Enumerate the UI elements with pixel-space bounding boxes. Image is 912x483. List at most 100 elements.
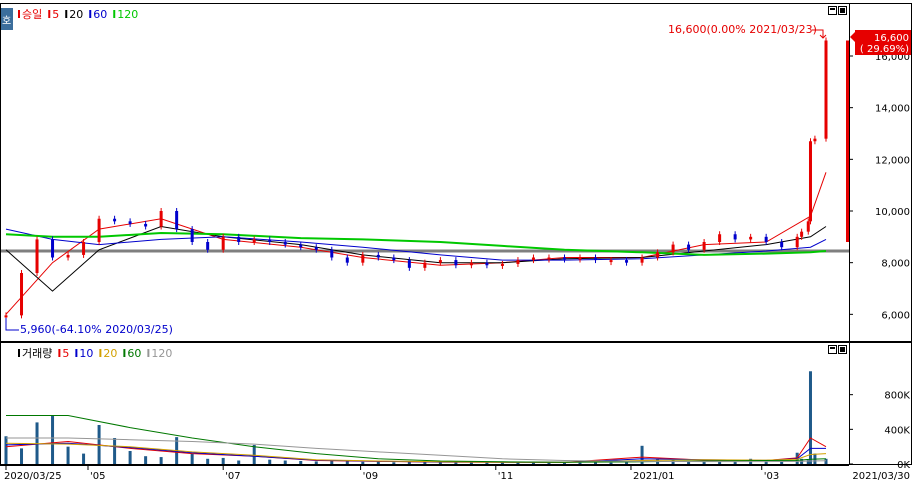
candle xyxy=(175,211,179,230)
legend-label: 거래량 xyxy=(22,347,52,360)
candle xyxy=(51,239,55,258)
candle xyxy=(237,236,241,242)
candle xyxy=(97,218,101,242)
legend-label: 승일 xyxy=(22,7,42,21)
volume-bar xyxy=(578,462,582,464)
candle xyxy=(656,252,660,258)
x-tick-label: '05 xyxy=(90,471,105,482)
candle xyxy=(159,211,163,227)
candle xyxy=(687,244,691,250)
volume-y-tick-label: 0K xyxy=(897,460,910,471)
candle xyxy=(190,229,194,242)
candle xyxy=(66,254,70,258)
legend-swatch xyxy=(113,10,116,18)
candle xyxy=(407,260,411,268)
candle xyxy=(547,257,551,260)
candle xyxy=(361,254,365,263)
price-y-tick-label: 14,000 xyxy=(875,104,910,115)
volume-bar xyxy=(221,457,225,464)
volume-bar xyxy=(144,456,148,464)
legend-label: 20 xyxy=(103,347,117,360)
legend-swatch xyxy=(89,10,92,18)
legend-swatch xyxy=(18,349,20,357)
volume-panel-frame xyxy=(0,342,912,465)
candle xyxy=(454,260,458,266)
candle xyxy=(531,257,535,261)
candle xyxy=(824,40,828,139)
volume-minimize-button[interactable] xyxy=(828,345,837,354)
x-tick-label: '07 xyxy=(225,471,240,482)
volume-y-tick-label: 800K xyxy=(884,391,910,402)
candle xyxy=(806,221,810,232)
price-legend: 승일 5 20 60 120 xyxy=(18,7,138,21)
candle xyxy=(749,236,753,240)
candle xyxy=(469,262,473,266)
x-tick-label: '03 xyxy=(764,471,779,482)
legend-swatch xyxy=(75,349,78,357)
legend-swatch xyxy=(18,10,20,18)
volume-bar xyxy=(314,461,318,464)
volume-close-button[interactable] xyxy=(838,345,847,354)
candle xyxy=(392,257,396,261)
candle xyxy=(299,244,303,248)
volume-bar xyxy=(345,461,349,464)
max-price-annotation: 16,600(0.00% 2021/03/23) xyxy=(668,23,817,36)
candle xyxy=(594,257,598,261)
legend-label: 20 xyxy=(69,8,83,21)
legend-label: 5 xyxy=(62,347,69,360)
volume-bar xyxy=(51,415,55,464)
candle xyxy=(423,262,427,268)
legend-swatch xyxy=(147,349,150,357)
price-y-tick-label: 12,000 xyxy=(875,155,910,166)
legend-label: 5 xyxy=(52,8,59,21)
candle xyxy=(795,236,799,248)
volume-bar xyxy=(808,371,812,464)
volume-bar xyxy=(392,462,396,464)
volume-bar xyxy=(206,458,210,464)
candle xyxy=(813,138,817,142)
price-panel-frame xyxy=(0,3,912,342)
candle xyxy=(144,223,148,227)
side-tab-label: 호 xyxy=(2,15,11,27)
legend-swatch xyxy=(58,349,61,357)
x-axis-labels: 2020/03/25 '05 '07 '09 '11 2021/01 '03 xyxy=(4,465,779,482)
candle xyxy=(764,236,768,242)
volume-bar xyxy=(159,457,163,464)
price-minimize-button[interactable] xyxy=(828,6,837,15)
candle xyxy=(20,273,24,316)
legend-label: 10 xyxy=(79,347,93,360)
volume-bar xyxy=(4,436,8,464)
x-tick-label: '09 xyxy=(363,471,378,482)
candle xyxy=(808,141,812,222)
current-price: 16,600 xyxy=(874,33,909,44)
candle xyxy=(485,262,489,266)
candle xyxy=(578,257,582,260)
candle xyxy=(35,239,39,273)
candle xyxy=(562,257,566,260)
volume-bar xyxy=(764,460,768,464)
candle xyxy=(221,236,225,250)
price-close-button[interactable] xyxy=(838,6,847,15)
volume-bar xyxy=(190,453,194,464)
candle xyxy=(268,239,272,242)
legend-swatch xyxy=(48,10,51,18)
candle xyxy=(376,254,380,258)
price-y-tick-label: 6,000 xyxy=(881,310,910,321)
volume-bar xyxy=(66,446,70,464)
stock-chart: 호 승일 5 20 60 120 거래량 5 10 20 60 120 6,000 8,000 10,… xyxy=(0,3,912,482)
volume-bar xyxy=(361,461,365,464)
volume-bar xyxy=(252,444,256,464)
candle xyxy=(609,260,613,263)
candle xyxy=(330,249,334,258)
candle xyxy=(206,242,210,250)
volume-bar xyxy=(824,458,828,464)
candle xyxy=(500,263,504,266)
x-tick-label: 2021/01 xyxy=(633,471,675,482)
candle xyxy=(438,260,442,263)
volume-bar xyxy=(128,451,132,464)
candle xyxy=(625,260,629,263)
candle xyxy=(345,257,349,263)
legend-swatch xyxy=(123,349,126,357)
candle xyxy=(671,244,675,253)
candle xyxy=(640,257,644,263)
